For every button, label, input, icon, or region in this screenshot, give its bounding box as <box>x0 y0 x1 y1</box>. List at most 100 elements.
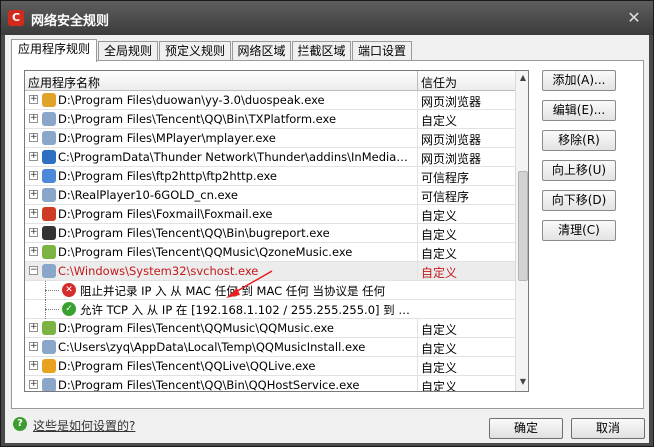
scrollbar-thumb[interactable] <box>518 171 528 281</box>
rule-sub-row[interactable]: ✓ 允许 TCP 入 从 IP 在 [192.168.1.102 / 255.25… <box>25 300 515 319</box>
add-button[interactable]: 添加(A)... <box>542 70 616 91</box>
expand-icon[interactable]: + <box>29 228 38 237</box>
tab-port-settings[interactable]: 端口设置 <box>352 41 412 61</box>
column-divider <box>417 167 418 186</box>
expand-icon[interactable]: + <box>29 361 38 370</box>
globe-icon <box>42 169 56 183</box>
trust-level: 自定义 <box>421 380 458 392</box>
expand-icon[interactable]: + <box>29 114 38 123</box>
vertical-scrollbar[interactable]: ▲ ▼ <box>515 71 528 391</box>
move-up-button[interactable]: 向上移(U) <box>542 160 616 181</box>
column-divider <box>417 110 418 129</box>
app-rule-row[interactable]: + D:\Program Files\Tencent\QQMusic\QQMusi… <box>25 319 515 338</box>
tab-predefined-rules[interactable]: 预定义规则 <box>159 41 231 61</box>
edit-button[interactable]: 编辑(E)... <box>542 100 616 121</box>
window-icon <box>42 131 56 145</box>
tab-network-zones[interactable]: 网络区域 <box>232 41 291 61</box>
thunder-icon <box>42 150 56 164</box>
collapse-icon[interactable]: − <box>29 266 38 275</box>
scroll-down-arrow-icon[interactable]: ▼ <box>518 377 528 389</box>
expand-icon[interactable]: + <box>29 190 38 199</box>
trust-level: 自定义 <box>421 323 458 337</box>
foxmail-icon <box>42 207 56 221</box>
penguin-icon <box>42 226 56 240</box>
column-divider <box>417 376 418 391</box>
expand-icon[interactable]: + <box>29 247 38 256</box>
trust-level: 网页浏览器 <box>421 95 482 109</box>
rule-sub-row[interactable]: ✕ 阻止并记录 IP 入 从 MAC 任何 到 MAC 任何 当协议是 任何 <box>25 281 515 300</box>
column-divider <box>417 91 418 110</box>
column-divider <box>417 243 418 262</box>
app-rule-row[interactable]: + C:\Users\zyq\AppData\Local\Temp\QQMusic… <box>25 338 515 357</box>
trust-level: 网页浏览器 <box>421 133 482 147</box>
remove-button[interactable]: 移除(R) <box>542 130 616 151</box>
column-divider <box>417 148 418 167</box>
expand-icon[interactable]: + <box>29 152 38 161</box>
app-path: D:\Program Files\Tencent\QQMusic\QQMusic… <box>58 321 334 335</box>
clean-button[interactable]: 清理(C) <box>542 220 616 241</box>
expand-icon[interactable]: + <box>29 323 38 332</box>
window-icon <box>42 188 56 202</box>
application-rules-panel: 应用程序名称 信任为 + D:\Program Files\duowan\yy-3… <box>11 60 644 409</box>
app-path: D:\Program Files\Tencent\QQ\Bin\QQHostSe… <box>58 378 360 392</box>
app-rule-row[interactable]: + D:\Program Files\Tencent\QQMusic\QzoneM… <box>25 243 515 262</box>
help-icon[interactable]: ? <box>13 417 27 431</box>
app-path: D:\Program Files\Tencent\QQLive\QQLive.e… <box>58 359 316 373</box>
title-bar[interactable]: C 网络安全规则 ✕ <box>1 1 653 35</box>
column-divider <box>417 319 418 338</box>
tree-branch <box>45 290 59 291</box>
column-header-trust[interactable]: 信任为 <box>421 74 457 91</box>
trust-level: 可信程序 <box>421 171 470 185</box>
expand-icon[interactable]: + <box>29 342 38 351</box>
app-rule-row[interactable]: + D:\Program Files\duowan\yy-3.0\duospeak… <box>25 91 515 110</box>
trust-level: 自定义 <box>421 266 458 280</box>
close-button[interactable]: ✕ <box>625 9 643 27</box>
app-rule-row[interactable]: + D:\Program Files\Tencent\QQ\Bin\QQHostS… <box>25 376 515 392</box>
app-rule-row[interactable]: + D:\Program Files\ftp2http\ftp2http.exe 可… <box>25 167 515 186</box>
app-path: D:\Program Files\MPlayer\mplayer.exe <box>58 131 276 145</box>
firewall-rules-window: C 网络安全规则 ✕ 应用程序规则 全局规则 预定义规则 网络区域 拦截区域 端… <box>0 0 654 447</box>
app-rule-row[interactable]: + D:\Program Files\Tencent\QQ\Bin\TXPlatf… <box>25 110 515 129</box>
window-icon <box>42 264 56 278</box>
column-divider <box>417 224 418 243</box>
cancel-button[interactable]: 取消 <box>571 418 645 439</box>
ok-button[interactable]: 确定 <box>489 418 563 439</box>
column-separator[interactable] <box>417 71 418 91</box>
dialog-body: 应用程序规则 全局规则 预定义规则 网络区域 拦截区域 端口设置 应用程序名称 … <box>5 35 649 443</box>
tree-branch <box>45 309 59 310</box>
trust-level: 自定义 <box>421 247 458 261</box>
app-path: D:\Program Files\Tencent\QQMusic\QzoneMu… <box>58 245 353 259</box>
yy-icon <box>42 93 56 107</box>
play-icon <box>42 359 56 373</box>
app-rule-row[interactable]: + D:\Program Files\MPlayer\mplayer.exe 网页浏… <box>25 129 515 148</box>
expand-icon[interactable]: + <box>29 209 38 218</box>
column-header-app-name[interactable]: 应用程序名称 <box>28 74 100 91</box>
app-rule-row[interactable]: + D:\Program Files\Tencent\QQ\Bin\bugrepo… <box>25 224 515 243</box>
window-title: 网络安全规则 <box>31 14 110 29</box>
window-icon <box>42 112 56 126</box>
allow-icon: ✓ <box>62 302 76 316</box>
list-rows: + D:\Program Files\duowan\yy-3.0\duospeak… <box>25 91 515 392</box>
app-logo-icon: C <box>8 10 24 26</box>
expand-icon[interactable]: + <box>29 380 38 389</box>
move-down-button[interactable]: 向下移(D) <box>542 190 616 211</box>
app-rule-row[interactable]: + C:\ProgramData\Thunder Network\Thunder\… <box>25 148 515 167</box>
expand-icon[interactable]: + <box>29 133 38 142</box>
music-icon <box>42 321 56 335</box>
app-rule-row[interactable]: + D:\Program Files\Tencent\QQLive\QQLive.… <box>25 357 515 376</box>
tab-application-rules[interactable]: 应用程序规则 <box>11 39 97 62</box>
tab-blocked-zones[interactable]: 拦截区域 <box>292 41 351 61</box>
tab-global-rules[interactable]: 全局规则 <box>98 41 158 61</box>
app-rule-row[interactable]: + D:\Program Files\Foxmail\Foxmail.exe 自定义 <box>25 205 515 224</box>
column-divider <box>417 338 418 357</box>
help-link[interactable]: 这些是如何设置的? <box>33 417 135 434</box>
scroll-up-arrow-icon[interactable]: ▲ <box>518 73 528 85</box>
app-rule-row[interactable]: + D:\RealPlayer10-6GOLD_cn.exe 可信程序 <box>25 186 515 205</box>
app-path: D:\Program Files\Tencent\QQ\Bin\bugrepor… <box>58 226 330 240</box>
trust-level: 自定义 <box>421 209 458 223</box>
expand-icon[interactable]: + <box>29 171 38 180</box>
app-rule-row[interactable]: − C:\Windows\System32\svchost.exe 自定义 <box>25 262 515 281</box>
expand-icon[interactable]: + <box>29 95 38 104</box>
application-rules-list[interactable]: 应用程序名称 信任为 + D:\Program Files\duowan\yy-3… <box>24 70 529 392</box>
column-divider <box>417 205 418 224</box>
